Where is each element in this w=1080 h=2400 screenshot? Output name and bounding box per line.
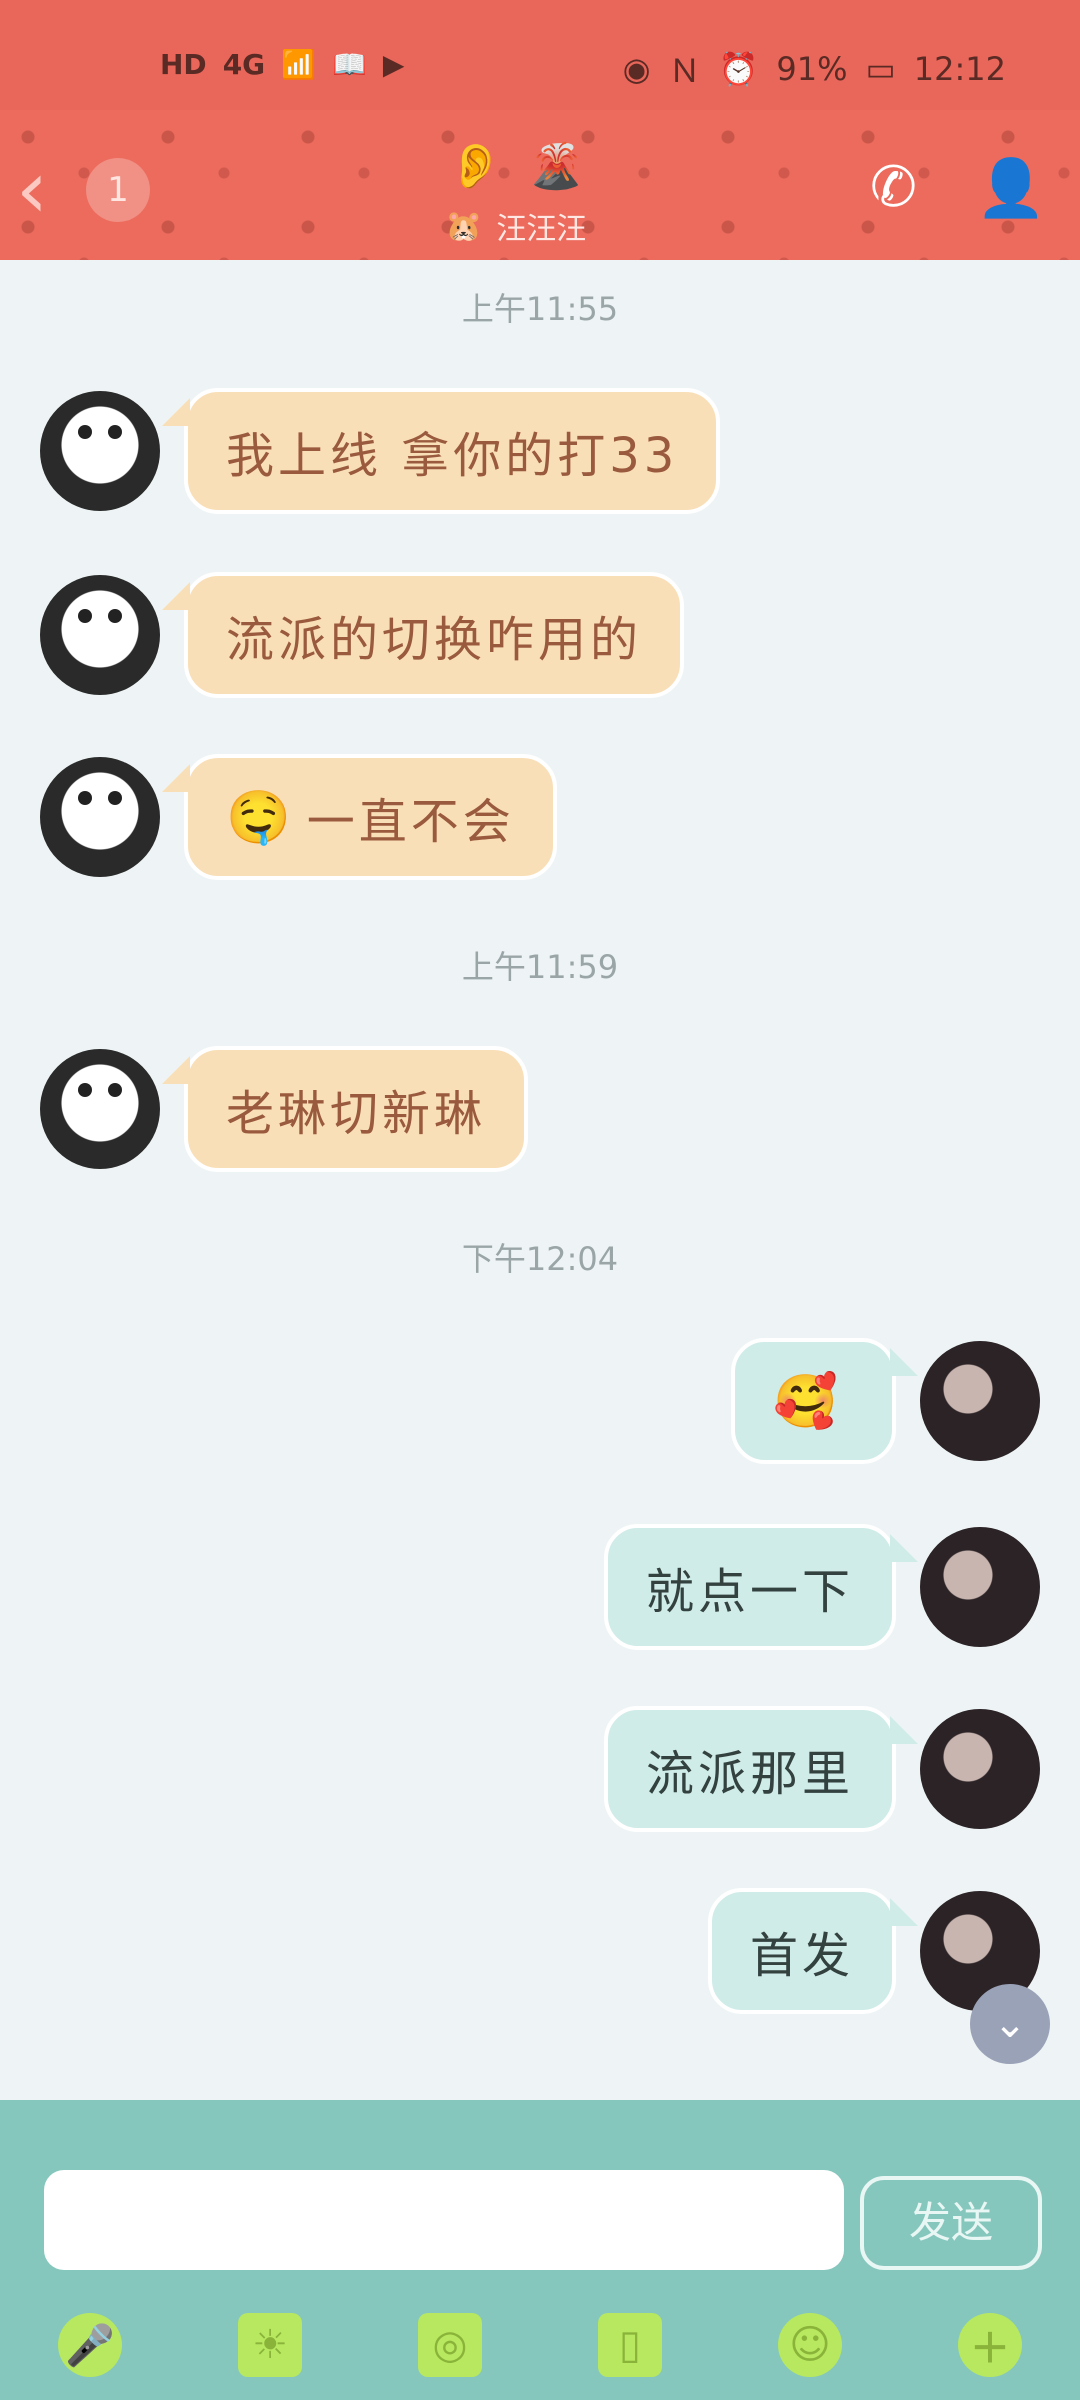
unread-badge[interactable]: 1 [86, 158, 150, 222]
file-icon[interactable]: ▯ [598, 2313, 662, 2377]
title-icons: 👂 🌋 [448, 140, 584, 192]
alarm-icon: ⏰ [718, 50, 759, 88]
composer-toolbar: 🎤 ☀ ◎ ▯ ☺ ＋ [0, 2290, 1080, 2400]
timestamp: 上午11:55 [461, 290, 619, 328]
emoji-icon[interactable]: ☺ [778, 2313, 842, 2377]
avatar[interactable] [920, 1341, 1040, 1461]
incoming-message: 我上线 拿你的打33 [40, 388, 721, 514]
chat-header: ‹ 1 👂 🌋 🐹 汪汪汪 ✆ 👤 [0, 110, 1080, 260]
message-bubble[interactable]: 流派那里 [603, 1706, 919, 1832]
message-bubble[interactable]: 流派的切换咋用的 [161, 572, 685, 698]
contact-name: 汪汪汪 [496, 212, 587, 247]
message-bubble[interactable]: 首发 [707, 1888, 919, 2014]
battery-icon: ▭ [865, 50, 896, 88]
status-time: 12:12 [913, 50, 1006, 88]
incoming-message: 老琳切新琳 [40, 1046, 529, 1172]
outgoing-message: 🥰 [731, 1338, 1040, 1464]
wifi-icon: 📶 [281, 48, 317, 81]
message-bubble[interactable]: 我上线 拿你的打33 [161, 388, 721, 514]
send-button[interactable]: 发送 [860, 2176, 1042, 2270]
battery-percent: 91% [776, 50, 848, 88]
outgoing-message: 流派那里 [603, 1706, 1040, 1832]
camera-icon[interactable]: ◎ [418, 2313, 482, 2377]
message-bubble[interactable]: 老琳切新琳 [161, 1046, 529, 1172]
contact-name-row[interactable]: 🐹 汪汪汪 [445, 204, 586, 248]
video-icon: ▶ [382, 48, 405, 81]
avatar[interactable] [920, 1709, 1040, 1829]
avatar[interactable] [40, 1049, 160, 1169]
incoming-message: 流派的切换咋用的 [40, 572, 685, 698]
volcano-icon: 🌋 [528, 141, 584, 192]
microphone-icon[interactable]: 🎤 [58, 2313, 122, 2377]
message-input[interactable] [44, 2170, 844, 2270]
call-icon[interactable]: ✆ [870, 158, 930, 218]
avatar[interactable] [40, 575, 160, 695]
scroll-down-button[interactable]: ⌄ [970, 1984, 1050, 2064]
incoming-message: 🤤 一直不会 [40, 754, 557, 880]
composer: 发送 🎤 ☀ ◎ ▯ ☺ ＋ [0, 2100, 1080, 2400]
message-list[interactable]: 上午11:55 我上线 拿你的打33 流派的切换咋用的 🤤 一直不会 上午11:… [0, 260, 1080, 2100]
eye-icon: ◉ [622, 50, 651, 88]
message-bubble[interactable]: 🥰 [731, 1338, 918, 1464]
hamster-icon: 🐹 [445, 208, 483, 244]
status-icons: HD 4G 📶 📖 ▶ [160, 48, 404, 81]
signal-icon: 4G [222, 48, 266, 81]
message-bubble[interactable]: 就点一下 [603, 1524, 919, 1650]
book-icon: 📖 [332, 48, 367, 81]
hd-icon: HD [160, 48, 207, 81]
nfc-icon: Ｎ [668, 52, 701, 90]
timestamp: 下午12:04 [461, 1240, 619, 1278]
message-text: 一直不会 [306, 794, 515, 850]
outgoing-message: 就点一下 [603, 1524, 1040, 1650]
status-bar: HD 4G 📶 📖 ▶ ◉ Ｎ ⏰ 91% ▭ 12:12 [0, 0, 1080, 110]
plus-icon[interactable]: ＋ [958, 2313, 1022, 2377]
profile-icon[interactable]: 👤 [976, 154, 1046, 224]
avatar[interactable] [40, 391, 160, 511]
emoji-icon: 🤤 [226, 787, 295, 848]
timestamp: 上午11:59 [461, 948, 619, 986]
image-icon[interactable]: ☀ [238, 2313, 302, 2377]
avatar[interactable] [40, 757, 160, 877]
back-button[interactable]: ‹ [16, 150, 76, 230]
ear-icon: 👂 [448, 141, 503, 192]
emoji-icon: 🥰 [773, 1371, 842, 1432]
avatar[interactable] [920, 1527, 1040, 1647]
message-bubble[interactable]: 🤤 一直不会 [162, 754, 557, 880]
status-right: ◉ Ｎ ⏰ 91% ▭ 12:12 [623, 46, 1006, 92]
